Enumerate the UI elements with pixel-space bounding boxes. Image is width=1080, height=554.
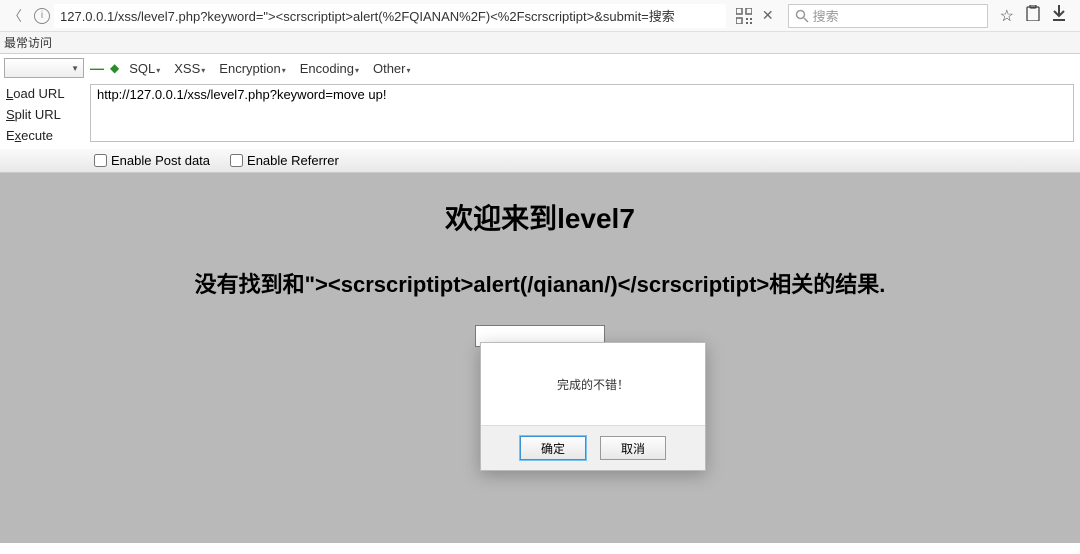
search-icon: [795, 9, 809, 23]
search-placeholder: 搜索: [813, 6, 839, 25]
enable-referrer-label: Enable Referrer: [247, 153, 339, 168]
decrement-icon[interactable]: —: [90, 60, 104, 76]
hackbar-toolbar: — ◆ SQL▾ XSS▾ Encryption▾ Encoding▾ Othe…: [0, 54, 1080, 82]
url-input[interactable]: 127.0.0.1/xss/level7.php?keyword="><scrs…: [54, 4, 726, 28]
enable-post-checkbox[interactable]: Enable Post data: [94, 153, 210, 168]
hackbar-body: Load URL Split URL Execute: [0, 82, 1080, 149]
menu-other[interactable]: Other▾: [369, 61, 415, 76]
star-icon[interactable]: ☆: [1000, 6, 1014, 26]
back-button[interactable]: 〈: [6, 7, 24, 25]
execute-button[interactable]: Execute: [6, 128, 84, 143]
page-subtitle: 没有找到和"><scrscriptipt>alert(/qianan/)</sc…: [0, 267, 1080, 299]
hackbar-url-input[interactable]: [90, 84, 1074, 142]
menu-sql[interactable]: SQL▾: [125, 61, 164, 76]
hackbar-options: Enable Post data Enable Referrer: [0, 149, 1080, 173]
menu-encryption[interactable]: Encryption▾: [215, 61, 289, 76]
dialog-message: 完成的不错！: [481, 343, 705, 425]
post-checkbox-input[interactable]: [94, 154, 107, 167]
enable-referrer-checkbox[interactable]: Enable Referrer: [230, 153, 339, 168]
hackbar-url-area: [90, 82, 1080, 149]
url-controls: ✕: [730, 7, 784, 24]
menu-xss[interactable]: XSS▾: [170, 61, 209, 76]
page-content: 欢迎来到level7 没有找到和"><scrscriptipt>alert(/q…: [0, 173, 1080, 543]
bookmarks-bar: 最常访问: [0, 32, 1080, 54]
hackbar-panel: — ◆ SQL▾ XSS▾ Encryption▾ Encoding▾ Othe…: [0, 54, 1080, 173]
dialog-footer: 确定 取消: [481, 425, 705, 470]
download-icon[interactable]: [1052, 5, 1066, 26]
stop-icon[interactable]: ✕: [758, 7, 778, 24]
toolbar-icons: ☆: [992, 5, 1074, 26]
address-bar: 〈 i 127.0.0.1/xss/level7.php?keyword="><…: [0, 0, 1080, 32]
alert-dialog: 完成的不错！ 确定 取消: [480, 342, 706, 471]
cancel-button[interactable]: 取消: [600, 436, 666, 460]
menu-encoding[interactable]: Encoding▾: [296, 61, 363, 76]
search-box[interactable]: 搜索: [788, 4, 988, 28]
page-title: 欢迎来到level7: [0, 197, 1080, 237]
split-url-button[interactable]: Split URL: [6, 107, 84, 122]
bookmark-frequent[interactable]: 最常访问: [4, 34, 52, 51]
enable-post-label: Enable Post data: [111, 153, 210, 168]
increment-icon[interactable]: ◆: [110, 61, 119, 75]
info-icon[interactable]: i: [34, 8, 50, 24]
load-url-button[interactable]: Load URL: [6, 86, 84, 101]
referrer-checkbox-input[interactable]: [230, 154, 243, 167]
clipboard-icon[interactable]: [1026, 5, 1040, 26]
qr-icon[interactable]: [736, 8, 752, 24]
hackbar-sidebar: Load URL Split URL Execute: [0, 82, 90, 149]
hackbar-select[interactable]: [4, 58, 84, 78]
ok-button[interactable]: 确定: [520, 436, 586, 460]
